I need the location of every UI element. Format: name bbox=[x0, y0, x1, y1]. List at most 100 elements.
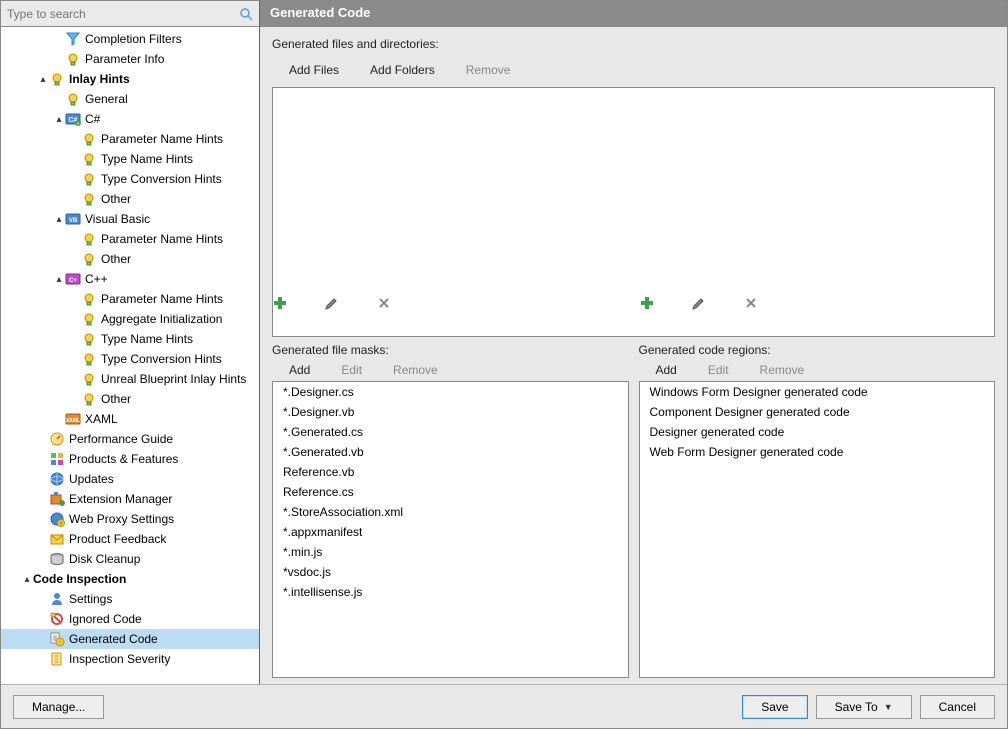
search-input[interactable] bbox=[7, 7, 239, 21]
tree-item-label: Extension Manager bbox=[69, 492, 172, 506]
cs-icon bbox=[65, 111, 81, 127]
expand-toggle[interactable]: ▴ bbox=[53, 114, 65, 125]
tree-item-aggregate-initialization[interactable]: Aggregate Initialization bbox=[1, 309, 259, 329]
list-item[interactable]: *.appxmanifest bbox=[273, 522, 628, 542]
cancel-button[interactable]: Cancel bbox=[920, 695, 995, 719]
masks-edit-button: Edit bbox=[324, 363, 362, 377]
list-item[interactable]: Reference.vb bbox=[273, 462, 628, 482]
tree-item-unreal-blueprint-inlay-hints[interactable]: Unreal Blueprint Inlay Hints bbox=[1, 369, 259, 389]
expand-toggle[interactable]: ▴ bbox=[53, 274, 65, 285]
tree-item-label: Inspection Severity bbox=[69, 652, 170, 666]
search-box[interactable] bbox=[1, 1, 259, 27]
tree-item-parameter-name-hints[interactable]: Parameter Name Hints bbox=[1, 289, 259, 309]
tree-item-inspection-severity[interactable]: Inspection Severity bbox=[1, 649, 259, 669]
tree-item-type-conversion-hints[interactable]: Type Conversion Hints bbox=[1, 169, 259, 189]
tree-item-other[interactable]: Other bbox=[1, 189, 259, 209]
expand-toggle[interactable]: ▴ bbox=[53, 214, 65, 225]
list-item[interactable]: *.Designer.vb bbox=[273, 402, 628, 422]
tree-item-label: Aggregate Initialization bbox=[101, 312, 222, 326]
tree-item-type-name-hints[interactable]: Type Name Hints bbox=[1, 149, 259, 169]
regions-listbox[interactable]: Windows Form Designer generated codeComp… bbox=[639, 381, 996, 678]
tree-item-code-inspection[interactable]: ▴Code Inspection bbox=[1, 569, 259, 589]
tree-item-visual-basic[interactable]: ▴Visual Basic bbox=[1, 209, 259, 229]
vb-icon bbox=[65, 211, 81, 227]
search-icon bbox=[239, 7, 253, 21]
tree-item-settings[interactable]: Settings bbox=[1, 589, 259, 609]
proxy-icon bbox=[49, 511, 65, 527]
tree-item-label: Other bbox=[101, 192, 131, 206]
list-item[interactable]: *.Generated.vb bbox=[273, 442, 628, 462]
regions-add-button[interactable]: Add bbox=[639, 363, 677, 377]
tree-item-label: Completion Filters bbox=[85, 32, 182, 46]
list-item[interactable]: Reference.cs bbox=[273, 482, 628, 502]
expand-toggle[interactable]: ▴ bbox=[37, 74, 49, 85]
tree-item-xaml[interactable]: XAML bbox=[1, 409, 259, 429]
chevron-down-icon: ▼ bbox=[884, 702, 893, 712]
tree-item-product-feedback[interactable]: Product Feedback bbox=[1, 529, 259, 549]
bulb-icon bbox=[81, 371, 97, 387]
tree-item-parameter-name-hints[interactable]: Parameter Name Hints bbox=[1, 229, 259, 249]
tree-item-products-features[interactable]: Products & Features bbox=[1, 449, 259, 469]
tree-item-disk-cleanup[interactable]: Disk Cleanup bbox=[1, 549, 259, 569]
masks-remove-button: Remove bbox=[376, 363, 438, 377]
list-item[interactable]: Designer generated code bbox=[640, 422, 995, 442]
tree-item-general[interactable]: General bbox=[1, 89, 259, 109]
tree-item-type-name-hints[interactable]: Type Name Hints bbox=[1, 329, 259, 349]
sidebar: Completion Filters Parameter Info ▴Inlay H… bbox=[1, 1, 260, 684]
tree-item-web-proxy-settings[interactable]: Web Proxy Settings bbox=[1, 509, 259, 529]
list-item[interactable]: *vsdoc.js bbox=[273, 562, 628, 582]
cpp-icon bbox=[65, 271, 81, 287]
bulb-icon bbox=[81, 291, 97, 307]
tree-item-label: Products & Features bbox=[69, 452, 178, 466]
tree-item-completion-filters[interactable]: Completion Filters bbox=[1, 29, 259, 49]
tree-item-ignored-code[interactable]: Ignored Code bbox=[1, 609, 259, 629]
perf-icon bbox=[49, 431, 65, 447]
masks-listbox[interactable]: *.Designer.cs*.Designer.vb*.Generated.cs… bbox=[272, 381, 629, 678]
masks-toolbar: Add Edit Remove bbox=[272, 359, 629, 381]
remove-icon bbox=[743, 363, 757, 377]
tree-item-label: Disk Cleanup bbox=[69, 552, 140, 566]
list-item[interactable]: Component Designer generated code bbox=[640, 402, 995, 422]
tree-item-parameter-info[interactable]: Parameter Info bbox=[1, 49, 259, 69]
bulb-icon bbox=[81, 251, 97, 267]
tree-item-inlay-hints[interactable]: ▴Inlay Hints bbox=[1, 69, 259, 89]
tree-item-other[interactable]: Other bbox=[1, 389, 259, 409]
bulb-icon bbox=[81, 171, 97, 187]
funnel-icon bbox=[65, 31, 81, 47]
save-to-button[interactable]: Save To▼ bbox=[816, 695, 912, 719]
tree-item-label: Parameter Name Hints bbox=[101, 232, 223, 246]
tree-item-generated-code[interactable]: Generated Code bbox=[1, 629, 259, 649]
bulb-icon bbox=[81, 131, 97, 147]
list-item[interactable]: *.intellisense.js bbox=[273, 582, 628, 602]
edit-icon bbox=[324, 363, 338, 377]
save-button[interactable]: Save bbox=[742, 695, 807, 719]
tree-item-label: Parameter Info bbox=[85, 52, 164, 66]
tree-item-label: Other bbox=[101, 392, 131, 406]
tree-item-label: Generated Code bbox=[69, 632, 158, 646]
tree-item-label: Parameter Name Hints bbox=[101, 132, 223, 146]
list-item[interactable]: *.Generated.cs bbox=[273, 422, 628, 442]
list-item[interactable]: Web Form Designer generated code bbox=[640, 442, 995, 462]
tree-item-parameter-name-hints[interactable]: Parameter Name Hints bbox=[1, 129, 259, 149]
tree-item-label: Web Proxy Settings bbox=[69, 512, 174, 526]
regions-toolbar: Add Edit Remove bbox=[639, 359, 996, 381]
tree-item-label: Updates bbox=[69, 472, 114, 486]
tree-item-label: Type Conversion Hints bbox=[101, 172, 222, 186]
list-item[interactable]: *.min.js bbox=[273, 542, 628, 562]
masks-add-button[interactable]: Add bbox=[272, 363, 310, 377]
tree-item-other[interactable]: Other bbox=[1, 249, 259, 269]
manage-button[interactable]: Manage... bbox=[13, 695, 104, 719]
list-item[interactable]: Windows Form Designer generated code bbox=[640, 382, 995, 402]
tree-item-performance-guide[interactable]: Performance Guide bbox=[1, 429, 259, 449]
tree-item-c-[interactable]: ▴C++ bbox=[1, 269, 259, 289]
tree-item-label: Settings bbox=[69, 592, 112, 606]
settings-tree[interactable]: Completion Filters Parameter Info ▴Inlay H… bbox=[1, 27, 259, 684]
tree-item-label: Ignored Code bbox=[69, 612, 142, 626]
tree-item-c-[interactable]: ▴C# bbox=[1, 109, 259, 129]
expand-toggle[interactable]: ▴ bbox=[21, 574, 33, 585]
list-item[interactable]: *.StoreAssociation.xml bbox=[273, 502, 628, 522]
tree-item-extension-manager[interactable]: Extension Manager bbox=[1, 489, 259, 509]
tree-item-type-conversion-hints[interactable]: Type Conversion Hints bbox=[1, 349, 259, 369]
list-item[interactable]: *.Designer.cs bbox=[273, 382, 628, 402]
tree-item-updates[interactable]: Updates bbox=[1, 469, 259, 489]
